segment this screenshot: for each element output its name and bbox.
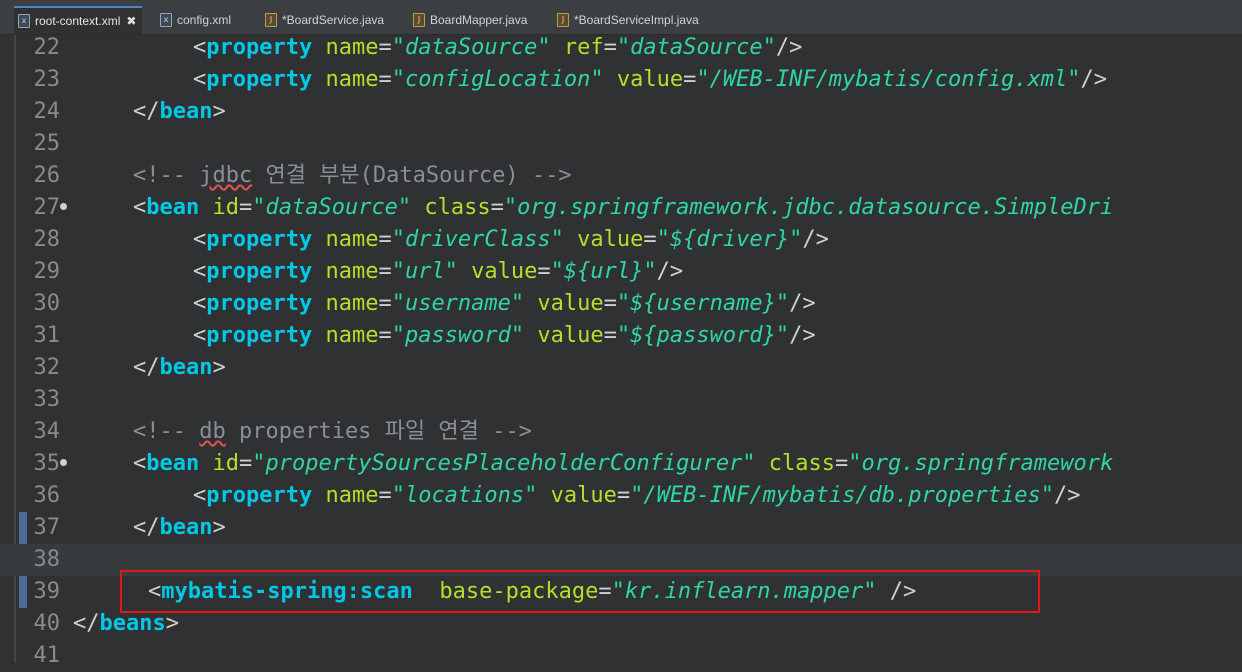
tab-boardservice-java[interactable]: J *BoardService.java	[265, 8, 384, 32]
code-text: <property name="url" value="${url}"/>	[193, 259, 684, 284]
code-text: <property name="username" value="${usern…	[193, 291, 816, 316]
comment-text: <!-- db properties 파일 연결 -->	[133, 419, 532, 444]
fold-toggle-icon[interactable]	[60, 203, 67, 210]
code-line-24: 24 </bean>	[0, 96, 1242, 128]
code-line-36: 36 <property name="locations" value="/WE…	[0, 480, 1242, 512]
line-number: 22	[33, 35, 61, 60]
code-line-33: 33	[0, 384, 1242, 416]
line-number: 26	[33, 163, 61, 188]
code-line-32: 32 </bean>	[0, 352, 1242, 384]
editor-tab-bar: x root-context.xml ✖ x config.xml J *Boa…	[0, 0, 1242, 35]
tab-config-xml[interactable]: x config.xml	[160, 8, 231, 32]
code-line-34: 34 <!-- db properties 파일 연결 -->	[0, 416, 1242, 448]
tab-label: *BoardService.java	[282, 13, 385, 27]
code-line-31: 31 <property name="password" value="${pa…	[0, 320, 1242, 352]
line-number: 28	[33, 227, 61, 252]
code-text: <property name="password" value="${passw…	[193, 323, 816, 348]
code-line-25: 25	[0, 128, 1242, 160]
line-number: 35	[33, 451, 61, 476]
tab-label: root-context.xml	[35, 14, 121, 28]
line-number: 37	[33, 515, 61, 540]
line-number: 27	[33, 195, 61, 220]
line-number: 25	[33, 131, 61, 156]
line-number: 41	[33, 643, 61, 668]
tab-root-context-xml[interactable]: x root-context.xml ✖	[14, 6, 143, 34]
tab-label: BoardMapper.java	[430, 13, 528, 27]
code-text: <property name="dataSource" ref="dataSou…	[193, 35, 803, 60]
close-icon[interactable]: ✖	[126, 14, 136, 28]
code-text: </bean>	[133, 355, 226, 380]
line-number: 29	[33, 259, 61, 284]
line-number: 36	[33, 483, 61, 508]
highlight-box	[120, 570, 1040, 613]
tab-label: config.xml	[177, 13, 232, 27]
xml-file-icon: x	[160, 13, 172, 27]
java-file-icon: J	[265, 13, 277, 27]
fold-toggle-icon[interactable]	[60, 459, 67, 466]
code-text: <bean id="dataSource" class="org.springf…	[133, 195, 1114, 220]
line-number: 23	[33, 67, 61, 92]
code-text: <property name="locations" value="/WEB-I…	[193, 483, 1081, 508]
java-file-icon: J	[557, 13, 569, 27]
line-number: 30	[33, 291, 61, 316]
code-text: </bean>	[133, 515, 226, 540]
tab-boardmapper-java[interactable]: J BoardMapper.java	[413, 8, 527, 32]
code-line-41: 41	[0, 640, 1242, 672]
line-number: 38	[33, 547, 61, 572]
java-file-icon: J	[413, 13, 425, 27]
code-line-22: 22 <property name="dataSource" ref="data…	[0, 32, 1242, 64]
line-number: 34	[33, 419, 61, 444]
xml-file-icon: x	[18, 14, 30, 28]
code-line-23: 23 <property name="configLocation" value…	[0, 64, 1242, 96]
code-line-27: 27 <bean id="dataSource" class="org.spri…	[0, 192, 1242, 224]
code-text: </bean>	[133, 99, 226, 124]
line-number: 24	[33, 99, 61, 124]
line-number: 33	[33, 387, 61, 412]
comment-text: <!-- jdbc 연결 부분(DataSource) -->	[133, 163, 572, 188]
code-line-29: 29 <property name="url" value="${url}"/>	[0, 256, 1242, 288]
line-number: 39	[33, 579, 61, 604]
code-line-26: 26 <!-- jdbc 연결 부분(DataSource) -->	[0, 160, 1242, 192]
code-line-37: 37 </bean>	[0, 512, 1242, 544]
line-number: 31	[33, 323, 61, 348]
tab-boardserviceimpl-java[interactable]: J *BoardServiceImpl.java	[557, 8, 699, 32]
code-text: <property name="driverClass" value="${dr…	[193, 227, 829, 252]
code-text: <bean id="propertySourcesPlaceholderConf…	[133, 451, 1114, 476]
code-text: <property name="configLocation" value="/…	[193, 67, 1107, 92]
line-number: 40	[33, 611, 61, 636]
code-line-30: 30 <property name="username" value="${us…	[0, 288, 1242, 320]
code-line-28: 28 <property name="driverClass" value="$…	[0, 224, 1242, 256]
line-number: 32	[33, 355, 61, 380]
code-editor[interactable]: 22 <property name="dataSource" ref="data…	[0, 32, 1242, 668]
tab-label: *BoardServiceImpl.java	[574, 13, 699, 27]
code-line-35: 35 <bean id="propertySourcesPlaceholderC…	[0, 448, 1242, 480]
